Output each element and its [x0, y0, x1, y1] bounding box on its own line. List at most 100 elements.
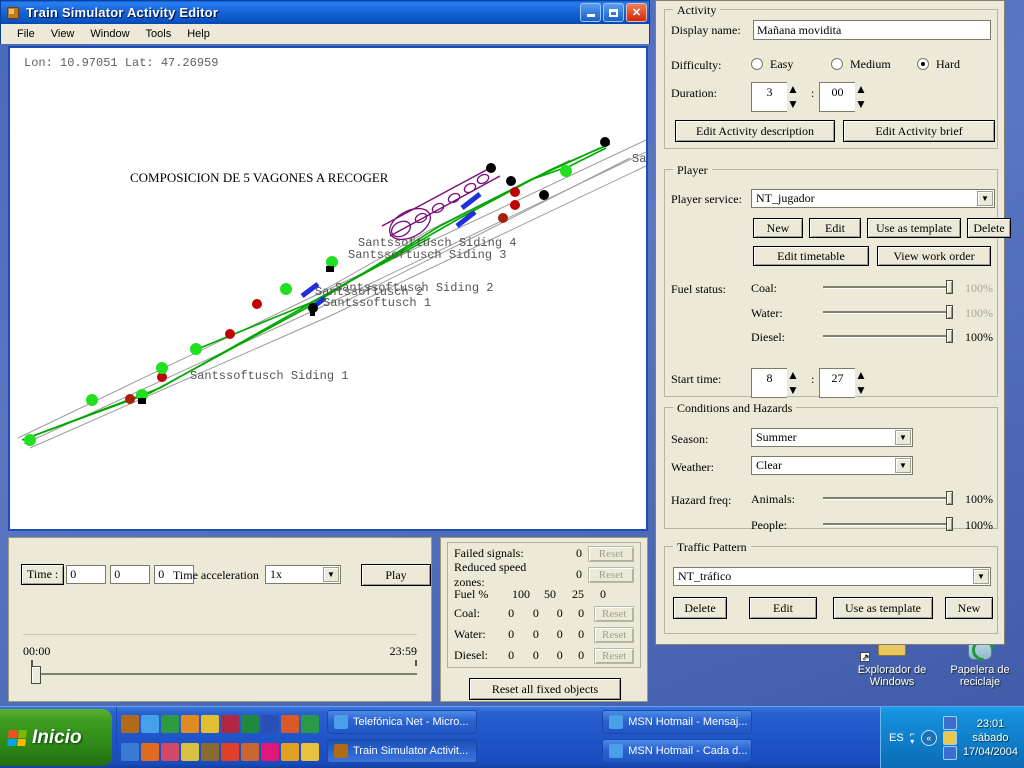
menu-item-tools[interactable]: Tools	[138, 26, 180, 42]
edit-service-button[interactable]: Edit	[809, 218, 861, 238]
reset-all-fixed-objects-button[interactable]: Reset all fixed objects	[469, 678, 621, 700]
quicklaunch-cursor-icon[interactable]	[201, 743, 219, 761]
spinner-up-icon[interactable]: ▲	[787, 368, 801, 383]
network-icon[interactable]	[943, 716, 957, 730]
reset-failed-signals-button[interactable]: Reset	[588, 546, 634, 562]
use-traffic-as-template-button[interactable]: Use as template	[833, 597, 933, 619]
timeline-thumb[interactable]	[31, 666, 41, 684]
maximize-button[interactable]	[603, 3, 624, 22]
show-hidden-icons-button[interactable]: «	[921, 730, 937, 746]
season-select[interactable]: Summer ▼	[751, 428, 913, 447]
main-window: Train Simulator Activity Editor ✕ File V…	[0, 0, 650, 706]
quicklaunch-paint-icon[interactable]	[161, 743, 179, 761]
spinner-up-icon[interactable]: ▲	[855, 368, 869, 383]
fuel-coal-slider[interactable]	[823, 280, 953, 294]
fuel-diesel-slider[interactable]	[823, 329, 953, 343]
stat-value: 0	[498, 627, 524, 642]
quicklaunch-train-icon[interactable]	[121, 715, 139, 733]
quicklaunch-word-icon[interactable]	[261, 715, 279, 733]
start-time-minutes-stepper[interactable]: 27 ▲▼	[819, 368, 869, 398]
quicklaunch-outlook-express-icon[interactable]	[161, 715, 179, 733]
display-name-input[interactable]: Mañana movidita	[753, 20, 991, 40]
fuel-water-slider[interactable]	[823, 305, 953, 319]
time-field-hours[interactable]: 0	[66, 565, 106, 584]
reset-diesel-button[interactable]: Reset	[594, 648, 634, 664]
radio-difficulty-easy[interactable]: Easy	[751, 57, 793, 72]
duration-hours-stepper[interactable]: 3 ▲▼	[751, 82, 801, 112]
start-time-hours-stepper[interactable]: 8 ▲▼	[751, 368, 801, 398]
spinner-down-icon[interactable]: ▼	[855, 97, 869, 112]
start-button[interactable]: Inicio	[0, 709, 112, 766]
radio-difficulty-hard[interactable]: Hard	[917, 57, 960, 72]
quick-launch-bar	[116, 707, 323, 768]
edit-traffic-button[interactable]: Edit	[749, 597, 817, 619]
quicklaunch-excel-icon[interactable]	[241, 715, 259, 733]
view-work-order-button[interactable]: View work order	[877, 246, 991, 266]
quicklaunch-media-icon[interactable]	[141, 743, 159, 761]
use-service-as-template-button[interactable]: Use as template	[867, 218, 961, 238]
hazard-people-slider[interactable]	[823, 517, 953, 531]
player-service-select[interactable]: NT_jugador ▼	[751, 189, 995, 208]
quicklaunch-s-icon[interactable]	[261, 743, 279, 761]
title-bar: Train Simulator Activity Editor ✕	[0, 0, 650, 24]
network2-icon[interactable]	[943, 746, 957, 760]
task-button-msn-hotmail-cada[interactable]: MSN Hotmail - Cada d...	[602, 739, 752, 763]
close-button[interactable]: ✕	[626, 3, 647, 22]
map-canvas[interactable]: Lon: 10.97051 Lat: 47.26959 COMPOSICION …	[8, 46, 648, 531]
spinner-down-icon[interactable]: ▼	[855, 383, 869, 398]
edit-activity-brief-button[interactable]: Edit Activity brief	[843, 120, 995, 142]
language-indicator[interactable]: ES	[889, 732, 904, 744]
new-traffic-button[interactable]: New	[945, 597, 993, 619]
chevron-down-icon: ▼	[977, 191, 993, 206]
menu-item-view[interactable]: View	[43, 26, 83, 42]
quicklaunch-tools-icon[interactable]	[181, 743, 199, 761]
task-button-msn-hotmail-mensajes[interactable]: MSN Hotmail - Mensaj...	[602, 710, 752, 734]
tray-expand-icon[interactable]: ⌐▾	[910, 730, 915, 746]
time-acceleration-select[interactable]: 1x ▼	[265, 565, 341, 584]
start-time-hours-value: 8	[751, 368, 787, 398]
reset-water-button[interactable]: Reset	[594, 627, 634, 643]
reset-reduced-speed-zones-button[interactable]: Reset	[588, 567, 634, 583]
quicklaunch-internet-explorer-icon[interactable]	[141, 715, 159, 733]
time-label-button[interactable]: Time :	[21, 564, 64, 585]
delete-traffic-button[interactable]: Delete	[673, 597, 727, 619]
quicklaunch-globe-icon[interactable]	[121, 743, 139, 761]
spinner-up-icon[interactable]: ▲	[855, 82, 869, 97]
quicklaunch-folder-icon[interactable]	[301, 743, 319, 761]
task-button-telefonica[interactable]: Telefónica Net - Micro...	[327, 710, 477, 734]
timeline-slider[interactable]	[31, 666, 417, 680]
time-field-minutes[interactable]: 0	[110, 565, 150, 584]
quicklaunch-powerpoint-icon[interactable]	[281, 715, 299, 733]
fuel-water-percent: 100%	[965, 306, 993, 321]
duration-minutes-stepper[interactable]: 00 ▲▼	[819, 82, 869, 112]
traffic-pattern-select[interactable]: NT_tráfico ▼	[673, 567, 991, 586]
play-button[interactable]: Play	[361, 564, 431, 586]
menu-item-window[interactable]: Window	[82, 26, 137, 42]
edit-activity-description-button[interactable]: Edit Activity description	[675, 120, 835, 142]
menu-item-file[interactable]: File	[9, 26, 43, 42]
menu-item-help[interactable]: Help	[179, 26, 218, 42]
new-service-button[interactable]: New	[753, 218, 803, 238]
quicklaunch-notes-icon[interactable]	[301, 715, 319, 733]
weather-select[interactable]: Clear ▼	[751, 456, 913, 475]
reset-coal-button[interactable]: Reset	[594, 606, 634, 622]
chevron-down-icon: ▼	[323, 567, 339, 582]
task-button-train-simulator[interactable]: Train Simulator Activit...	[327, 739, 477, 763]
quicklaunch-image-icon[interactable]	[241, 743, 259, 761]
traffic-pattern-value: NT_tráfico	[678, 569, 731, 584]
spinner-down-icon[interactable]: ▼	[787, 383, 801, 398]
quicklaunch-clock-icon[interactable]	[201, 715, 219, 733]
hazard-animals-slider[interactable]	[823, 491, 953, 505]
minimize-button[interactable]	[580, 3, 601, 22]
clock[interactable]: 23:01 sábado 17/04/2004	[963, 717, 1018, 759]
quicklaunch-power-icon[interactable]	[221, 743, 239, 761]
edit-timetable-button[interactable]: Edit timetable	[753, 246, 869, 266]
spinner-up-icon[interactable]: ▲	[787, 82, 801, 97]
spinner-down-icon[interactable]: ▼	[787, 97, 801, 112]
notification-icon[interactable]	[943, 731, 957, 745]
quicklaunch-key2-icon[interactable]	[281, 743, 299, 761]
radio-difficulty-medium[interactable]: Medium	[831, 57, 891, 72]
delete-service-button[interactable]: Delete	[967, 218, 1011, 238]
quicklaunch-key-icon[interactable]	[221, 715, 239, 733]
quicklaunch-media-player-icon[interactable]	[181, 715, 199, 733]
